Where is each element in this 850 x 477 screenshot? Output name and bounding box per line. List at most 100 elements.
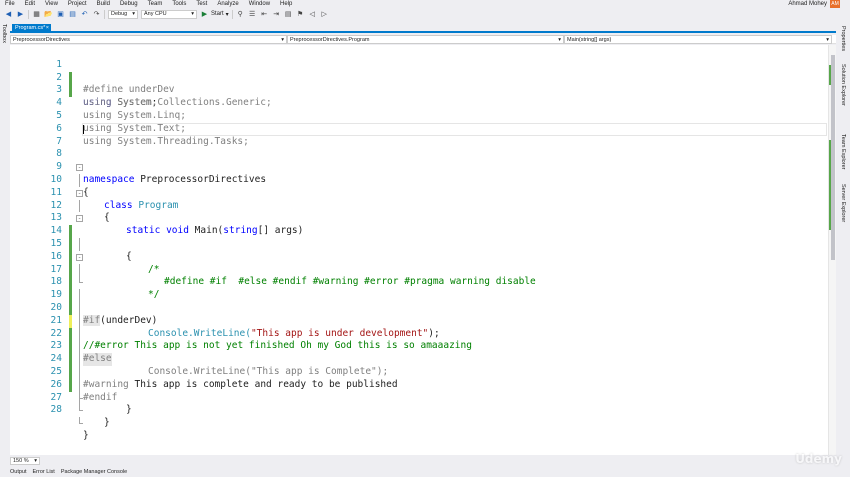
tab-label: Program.cs* [15, 25, 46, 31]
navigate-back-icon[interactable]: ◀ [4, 10, 13, 19]
standard-toolbar: ◀ ▶ ▦ 📂 ▣ ▤ ↶ ↷ Debug ▾ Any CPU ▾ ▶ Start ▾ … [0, 8, 850, 20]
redo-icon[interactable]: ↷ [92, 10, 101, 19]
fold-guide [76, 404, 83, 417]
type-dropdown[interactable]: PreprocessorDirectives.Program ▾ [287, 35, 564, 44]
solution-platform-select[interactable]: Any CPU ▾ [141, 9, 197, 19]
comment-icon[interactable]: ▤ [284, 10, 293, 19]
code-line: 2 using System; [10, 59, 830, 109]
menu-project[interactable]: Project [63, 0, 92, 8]
code-line: 16 */ [10, 238, 830, 300]
bookmark-icon[interactable]: ⚑ [296, 10, 305, 19]
chevron-down-icon: ▾ [191, 10, 194, 17]
menu-tools[interactable]: Tools [167, 0, 191, 8]
code-line: 25 [10, 353, 830, 405]
scrollbar-thumb[interactable] [831, 55, 835, 260]
toolbox-tab[interactable]: Toolbox [1, 24, 7, 43]
tab-package-manager-console[interactable]: Package Manager Console [61, 469, 127, 475]
code-text: } [104, 417, 110, 429]
menu-window[interactable]: Window [244, 0, 275, 8]
find-icon[interactable]: ⚲ [236, 10, 245, 19]
account-area: Ahmad Mohey AM [788, 0, 840, 8]
outdent-icon[interactable]: ⇤ [260, 10, 269, 19]
save-icon[interactable]: ▣ [56, 10, 65, 19]
undo-icon[interactable]: ↶ [80, 10, 89, 19]
server-explorer-tab[interactable]: Server Explorer [840, 184, 846, 222]
menu-build[interactable]: Build [92, 0, 115, 8]
code-line: 22 Console.WriteLine("This app is Comple… [10, 315, 830, 377]
vertical-scrollbar[interactable] [828, 45, 836, 455]
menu-edit[interactable]: Edit [20, 0, 40, 8]
new-project-icon[interactable]: ▦ [32, 10, 41, 19]
code-line: 8 - namespace PreprocessorDirectives [10, 136, 830, 185]
line-number: 28 [50, 404, 62, 416]
configuration-value: Debug [111, 10, 128, 17]
navigation-bar: PreprocessorDirectives ▾ PreprocessorDir… [10, 35, 836, 44]
tab-program-cs[interactable]: Program.cs* × [12, 24, 51, 32]
solution-explorer-tab[interactable]: Solution Explorer [840, 64, 846, 106]
menu-test[interactable]: Test [191, 0, 212, 8]
save-all-icon[interactable]: ▤ [68, 10, 77, 19]
code-line: 11 { [10, 174, 830, 224]
member-value: Main(string[] args) [567, 36, 612, 43]
code-line: 5 using System.Text; [10, 97, 830, 134]
code-line: 24 #endif [10, 340, 830, 402]
code-line: 17 [10, 251, 830, 302]
bottom-tool-tabs: Output Error List Package Manager Consol… [0, 467, 850, 477]
format-icon[interactable]: ☰ [248, 10, 257, 19]
code-text: } [83, 429, 89, 441]
code-line: 15 #define #if #else #endif #warning #er… [10, 225, 830, 287]
user-name[interactable]: Ahmad Mohey [788, 1, 827, 7]
start-label: Start [211, 11, 224, 17]
code-line: 13 { [10, 200, 830, 261]
editor-status-strip: 150 % ▾ [10, 456, 836, 466]
team-explorer-tab[interactable]: Team Explorer [840, 134, 846, 169]
next-bookmark-icon[interactable]: ▷ [320, 10, 329, 19]
properties-tab[interactable]: Properties [840, 26, 846, 51]
prev-bookmark-icon[interactable]: ◁ [308, 10, 317, 19]
indent-icon[interactable]: ⇥ [272, 10, 281, 19]
menu-help[interactable]: Help [275, 0, 297, 8]
solution-configuration-select[interactable]: Debug ▾ [108, 9, 138, 19]
menu-team[interactable]: Team [143, 0, 168, 8]
code-line: 28 } [10, 392, 830, 441]
project-dropdown[interactable]: PreprocessorDirectives ▾ [10, 35, 287, 44]
menu-analyze[interactable]: Analyze [212, 0, 243, 8]
chevron-down-icon: ▾ [225, 11, 229, 18]
code-line: 23 #warning This app is complete and rea… [10, 328, 830, 389]
left-tool-rail: Toolbox [0, 20, 10, 467]
tab-error-list[interactable]: Error List [33, 469, 55, 475]
chevron-down-icon: ▾ [132, 10, 135, 17]
menu-file[interactable]: File [0, 0, 20, 8]
fold-guide [76, 417, 83, 430]
right-tool-rail: Properties Solution Explorer Team Explor… [836, 20, 850, 467]
code-line: 21 #else [10, 302, 830, 366]
menu-view[interactable]: View [40, 0, 63, 8]
navigate-forward-icon[interactable]: ▶ [16, 10, 25, 19]
open-file-icon[interactable]: 📂 [44, 10, 53, 19]
code-line: 12 - static void Main(string[] args) [10, 187, 830, 237]
chevron-down-icon: ▾ [281, 36, 284, 43]
code-line: 4 using System.Linq; [10, 84, 830, 121]
chevron-down-icon: ▾ [826, 36, 829, 43]
separator [231, 9, 233, 19]
code-line: 20 //#error This app is not yet finished… [10, 289, 830, 351]
code-line: 1 #define underDev [10, 46, 830, 96]
code-line: 27 } [10, 379, 830, 429]
text-cursor [83, 124, 84, 134]
code-line: 3 using System.Collections.Generic; [10, 72, 830, 108]
tab-output[interactable]: Output [10, 469, 27, 475]
watermark-logo: Udemy [795, 452, 842, 466]
code-line: 6 using System.Threading.Tasks; [10, 110, 830, 147]
zoom-select[interactable]: 150 % ▾ [10, 457, 40, 465]
menu-debug[interactable]: Debug [115, 0, 143, 8]
code-editor[interactable]: 1 #define underDev 2 using System; 3 usi… [10, 45, 830, 455]
start-button[interactable]: ▶ Start ▾ [200, 10, 229, 19]
type-value: PreprocessorDirectives.Program [290, 36, 370, 43]
close-icon[interactable]: × [46, 24, 49, 32]
separator [28, 9, 29, 19]
member-dropdown[interactable]: Main(string[] args) ▾ [564, 35, 832, 44]
avatar[interactable]: AM [830, 0, 840, 8]
chevron-down-icon: ▾ [558, 36, 561, 43]
current-line-highlight [82, 122, 827, 136]
code-line: 14 - /* [10, 212, 830, 274]
